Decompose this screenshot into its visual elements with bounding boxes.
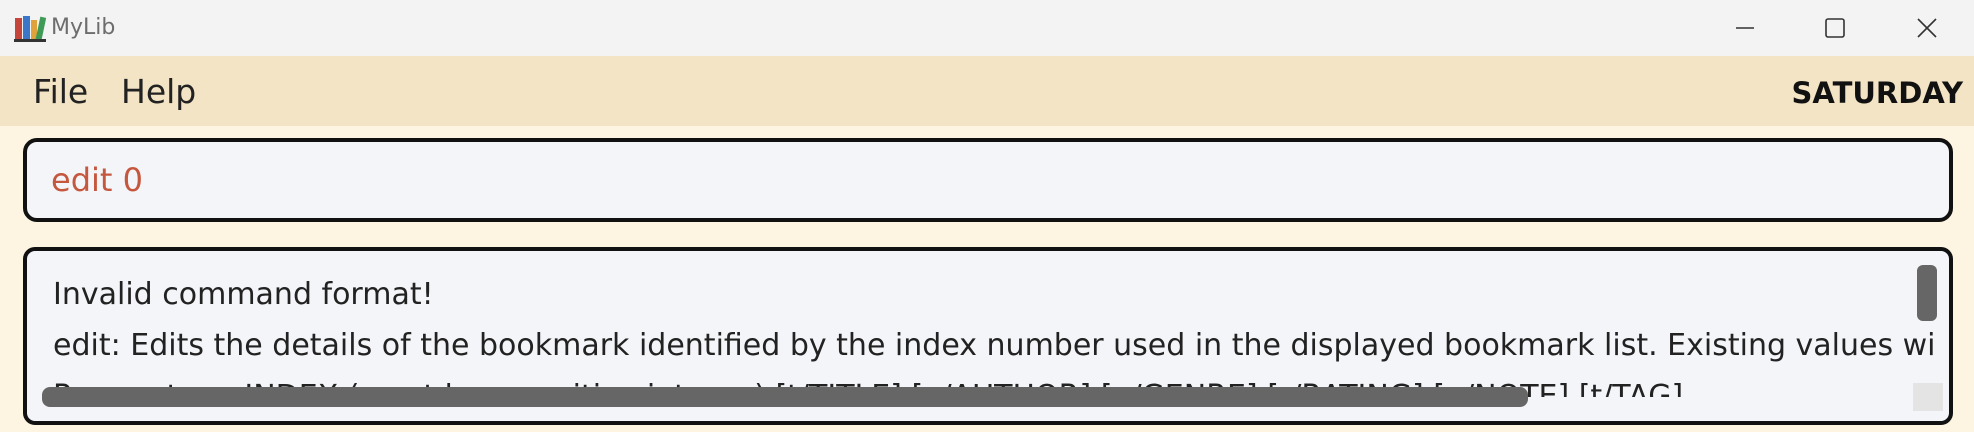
- vertical-scrollbar-thumb[interactable]: [1917, 265, 1937, 321]
- minimize-button[interactable]: [1700, 0, 1790, 56]
- title-bar: MyLib: [0, 0, 1974, 56]
- close-button[interactable]: [1882, 0, 1972, 56]
- books-icon: [14, 16, 46, 42]
- window-title: MyLib: [51, 15, 116, 40]
- result-text: Invalid command format! edit: Edits the …: [53, 269, 1933, 397]
- minimize-icon: [1736, 27, 1754, 29]
- horizontal-scrollbar-thumb[interactable]: [42, 387, 1528, 407]
- day-label: SATURDAY: [1791, 76, 1963, 110]
- menu-file[interactable]: File: [29, 72, 92, 112]
- menu-help[interactable]: Help: [117, 72, 200, 112]
- maximize-button[interactable]: [1790, 0, 1880, 56]
- maximize-icon: [1825, 18, 1845, 38]
- result-line: Invalid command format!: [53, 277, 434, 312]
- command-input[interactable]: [51, 156, 1931, 204]
- result-display: Invalid command format! edit: Edits the …: [23, 247, 1953, 425]
- result-line: edit: Edits the details of the bookmark …: [53, 328, 1933, 363]
- command-box: [23, 138, 1953, 222]
- menu-bar: File Help SATURDAY: [0, 56, 1974, 126]
- scrollbar-corner: [1913, 383, 1943, 411]
- close-icon: [1917, 18, 1937, 38]
